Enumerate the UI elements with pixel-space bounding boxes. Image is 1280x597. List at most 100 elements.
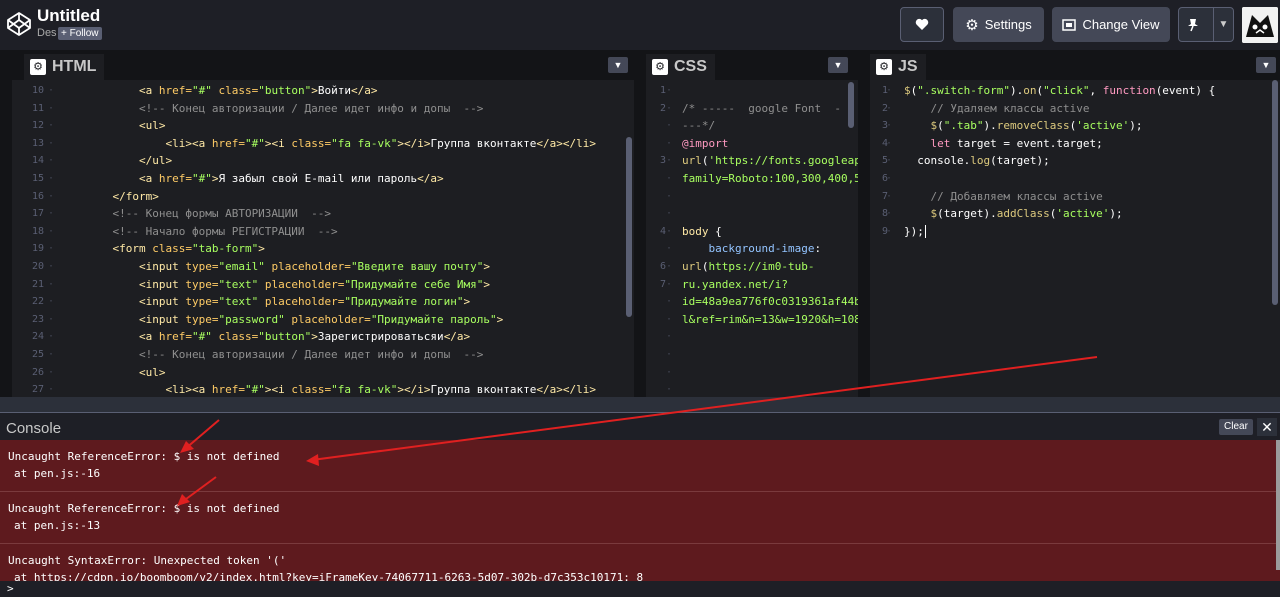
line-number: 26 [12,364,62,382]
line-numbers: 123456789 [870,82,900,240]
line-number: 6 [646,258,680,276]
line-number: 13 [12,135,62,153]
line-number [646,117,680,135]
line-number: 20 [12,258,62,276]
pane-gutter-left [0,50,12,397]
code-lines: /* ----- google Font ----*/ @import url(… [682,101,858,326]
clear-console-button[interactable]: Clear [1219,419,1253,435]
line-number: 3 [646,152,680,170]
pane-resizer[interactable] [634,50,646,397]
avatar[interactable] [1242,7,1278,43]
line-number: 18 [12,223,62,241]
console-output: Uncaught ReferenceError: $ is not define… [0,440,1280,581]
line-numbers: 12 3 4 67 [646,82,680,397]
js-tab[interactable]: ⚙ JS [870,54,926,80]
line-number: 4 [646,223,680,241]
code-lines: <a href="#" class="button">Войти</a> <!-… [86,84,597,397]
heart-button[interactable] [900,7,944,42]
line-number [646,346,680,364]
line-number: 7 [646,276,680,294]
pin-icon [1188,18,1198,31]
line-number: 6 [870,170,900,188]
html-editor-pane: ⚙ HTML ▼ 1011121314151617181920212223242… [12,50,634,397]
console-input[interactable]: > [0,581,1280,597]
line-number: 12 [12,117,62,135]
line-number [646,205,680,223]
gear-icon[interactable]: ⚙ [876,59,892,75]
pane-label: JS [898,58,918,75]
console-scrollbar[interactable] [1276,440,1280,570]
error-message: Uncaught SyntaxError: Unexpected token '… [8,554,287,567]
layout-icon [1062,18,1077,31]
line-number: 4 [870,135,900,153]
line-number: 22 [12,293,62,311]
css-code-editor[interactable]: 12 3 4 67 /* ----- google Font ----*/ @i… [646,80,858,397]
pin-button[interactable]: ▼ [1178,7,1234,42]
error-message: Uncaught ReferenceError: $ is not define… [8,502,280,515]
line-number: 15 [12,170,62,188]
settings-label: Settings [984,17,1032,32]
line-number: 2 [646,100,680,118]
error-location[interactable]: at pen.js:-13 [8,519,1268,532]
line-number [646,240,680,258]
line-number: 1 [870,82,900,100]
change-view-button[interactable]: Change View [1052,7,1170,42]
editor-scrollbar[interactable] [848,82,854,128]
css-tab[interactable]: ⚙ CSS [646,54,715,80]
line-number: 27 [12,381,62,397]
line-number: 10 [12,82,62,100]
chevron-down-icon[interactable]: ▼ [828,57,848,73]
console-error-entry: Uncaught SyntaxError: Unexpected token '… [0,544,1276,581]
error-location[interactable]: at https://cdpn.io/boomboom/v2/index.htm… [8,571,1268,581]
html-code-editor[interactable]: 101112131415161718192021222324252627 <a … [12,80,634,397]
line-number: 24 [12,328,62,346]
error-location[interactable]: at pen.js:-16 [8,467,1268,480]
css-editor-pane: ⚙ CSS ▼ 12 3 4 67 /* ----- google Font -… [646,50,858,397]
line-number: 11 [12,100,62,118]
console-error-entry: Uncaught ReferenceError: $ is not define… [0,440,1276,492]
codepen-logo-icon[interactable] [6,11,32,37]
follow-button[interactable]: + Follow [58,27,102,40]
console-error-entry: Uncaught ReferenceError: $ is not define… [0,492,1276,544]
console-resizer[interactable] [0,397,1280,412]
editor-scrollbar[interactable] [1272,80,1278,305]
line-number [646,364,680,382]
pane-label: CSS [674,58,707,75]
line-number: 5 [870,152,900,170]
console-header: Console Clear ✕ [0,412,1280,440]
chevron-down-icon[interactable]: ▼ [1213,8,1233,41]
line-number: 8 [870,205,900,223]
line-number: 2 [870,100,900,118]
line-number [646,293,680,311]
line-number: 14 [12,152,62,170]
error-message: Uncaught ReferenceError: $ is not define… [8,450,280,463]
pane-header: ⚙ JS ▼ [870,50,1280,80]
heart-icon [915,18,929,30]
editor-scrollbar[interactable] [626,137,632,317]
pane-label: HTML [52,58,97,75]
console-title: Console [6,420,62,437]
pane-resizer[interactable] [858,50,870,397]
js-editor-pane: ⚙ JS ▼ 123456789 $(".switch-form").on("c… [870,50,1280,397]
line-number: 25 [12,346,62,364]
js-code-editor[interactable]: 123456789 $(".switch-form").on("click", … [870,80,1280,397]
gear-icon[interactable]: ⚙ [30,59,46,75]
line-number: 19 [12,240,62,258]
close-console-button[interactable]: ✕ [1257,418,1277,436]
line-numbers: 101112131415161718192021222324252627 [12,82,62,397]
line-number: 17 [12,205,62,223]
line-number [646,135,680,153]
chevron-down-icon[interactable]: ▼ [608,57,628,73]
pen-title[interactable]: Untitled [37,6,100,26]
chevron-down-icon[interactable]: ▼ [1256,57,1276,73]
line-number: 3 [870,117,900,135]
line-number: 9 [870,223,900,241]
pane-header: ⚙ HTML ▼ [12,50,634,80]
settings-button[interactable]: ⚙ Settings [953,7,1044,42]
html-tab[interactable]: ⚙ HTML [24,54,105,80]
author-name[interactable]: Des [37,27,57,39]
gear-icon[interactable]: ⚙ [652,59,668,75]
code-lines: $(".switch-form").on("click", function(e… [904,84,1216,238]
change-view-label: Change View [1082,17,1160,32]
gear-icon: ⚙ [965,16,979,34]
